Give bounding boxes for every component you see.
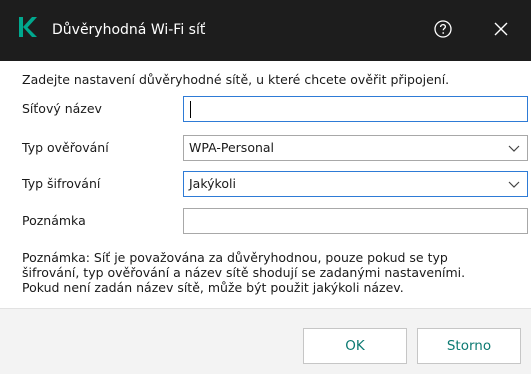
dialog-title: Důvěryhodná Wi-Fi síť	[52, 22, 206, 38]
network-name-input[interactable]	[183, 96, 528, 122]
kaspersky-logo-icon	[19, 17, 37, 37]
chevron-down-icon	[508, 145, 520, 152]
help-circle-icon	[434, 20, 452, 38]
note-input[interactable]	[183, 208, 528, 234]
network-name-label: Síťový název	[22, 101, 102, 116]
help-button[interactable]	[430, 16, 456, 42]
note-line-2: šifrování, typ ověřování a název sítě sh…	[22, 265, 466, 280]
text-caret	[190, 101, 191, 118]
encryption-type-select[interactable]: Jakýkoli	[183, 171, 528, 197]
note-line-1: Poznámka: Síť je považována za důvěryhod…	[22, 250, 448, 265]
ok-button[interactable]: OK	[303, 328, 407, 364]
encryption-type-label: Typ šifrování	[22, 176, 101, 191]
auth-type-label: Typ ověřování	[22, 140, 109, 155]
encryption-type-value: Jakýkoli	[189, 176, 236, 191]
close-button[interactable]	[488, 16, 514, 42]
dialog-footer: OK Storno	[0, 308, 531, 374]
auth-type-select[interactable]: WPA-Personal	[183, 135, 528, 161]
close-icon	[494, 22, 508, 36]
intro-text: Zadejte nastavení důvěryhodné sítě, u kt…	[22, 72, 450, 87]
note-text: Poznámka: Síť je považována za důvěryhod…	[22, 250, 522, 295]
note-label: Poznámka	[22, 213, 86, 228]
cancel-button[interactable]: Storno	[417, 328, 521, 364]
dialog-titlebar: Důvěryhodná Wi-Fi síť	[0, 0, 531, 61]
auth-type-value: WPA-Personal	[189, 140, 275, 155]
note-line-3: Pokud není zadán název sítě, může být po…	[22, 280, 404, 295]
chevron-down-icon	[508, 181, 520, 188]
